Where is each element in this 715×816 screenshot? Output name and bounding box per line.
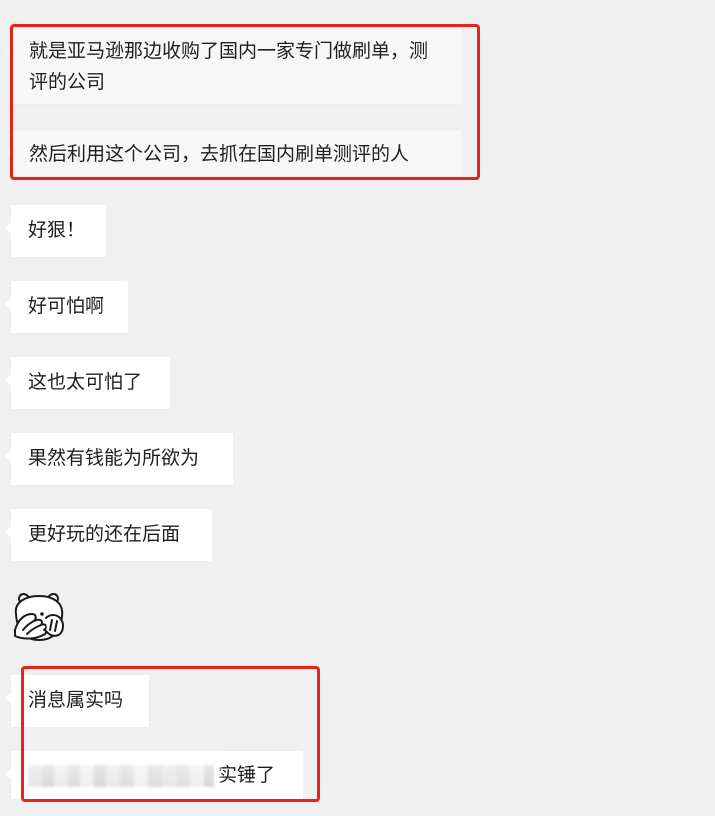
redacted-text xyxy=(28,764,214,787)
message-bubble[interactable]: 好狠！ xyxy=(5,205,106,257)
message-text: 好狠！ xyxy=(28,219,86,241)
message-bubble[interactable]: 更好玩的还在后面 xyxy=(5,509,212,561)
message-bubble[interactable]: 这也太可怕了 xyxy=(5,357,170,409)
message-text: 果然有钱能为所欲为 xyxy=(28,447,200,469)
message-text: 实锤了 xyxy=(218,764,276,786)
message-bubble[interactable]: 消息属实吗 xyxy=(5,675,149,727)
chat-message-list: 就是亚马逊那边收购了国内一家专门做刷单，测评的公司 然后利用这个公司，去抓在国内… xyxy=(0,0,715,816)
message-bubble[interactable]: 实锤了 xyxy=(5,751,303,799)
message-text: 就是亚马逊那边收购了国内一家专门做刷单，测评的公司 xyxy=(29,40,429,93)
message-text: 消息属实吗 xyxy=(28,689,124,711)
message-bubble[interactable]: 然后利用这个公司，去抓在国内刷单测评的人 xyxy=(6,129,463,177)
message-text: 更好玩的还在后面 xyxy=(28,523,181,545)
message-text: 好可怕啊 xyxy=(28,295,105,317)
message-bubble[interactable]: 果然有钱能为所欲为 xyxy=(5,433,233,485)
message-text: 这也太可怕了 xyxy=(28,371,143,393)
covering-face-bear-sticker-icon[interactable] xyxy=(10,590,68,644)
message-text: 然后利用这个公司，去抓在国内刷单测评的人 xyxy=(29,143,410,165)
message-bubble[interactable]: 就是亚马逊那边收购了国内一家专门做刷单，测评的公司 xyxy=(6,27,463,105)
message-bubble[interactable]: 好可怕啊 xyxy=(5,281,128,333)
